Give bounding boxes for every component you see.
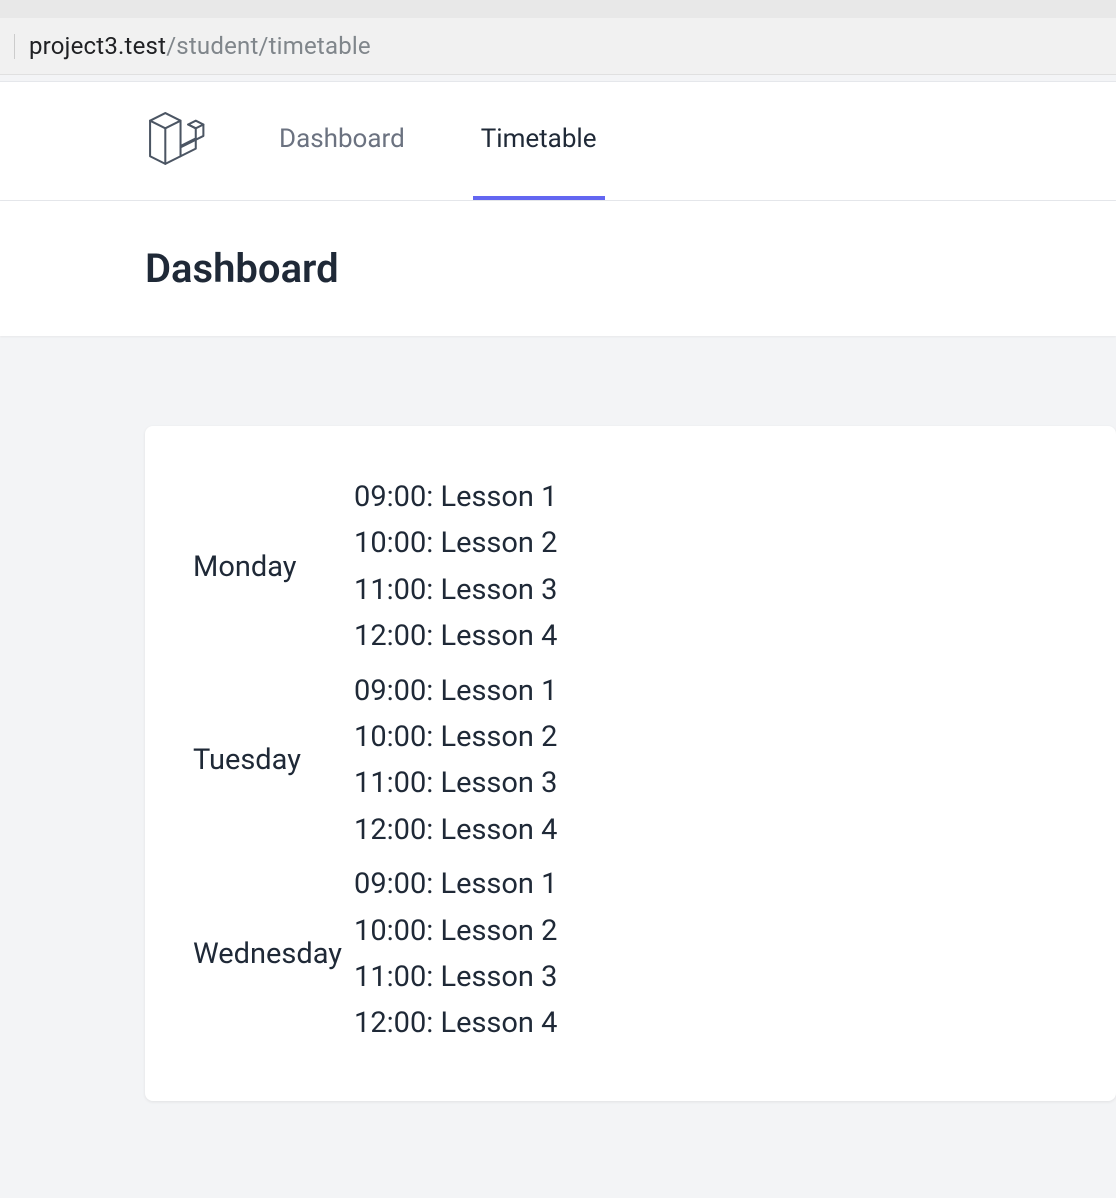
table-row: Tuesday 09:00: Lesson 1 10:00: Lesson 2 …: [193, 664, 565, 858]
page-title: Dashboard: [145, 245, 1116, 292]
timetable-card: Monday 09:00: Lesson 1 10:00: Lesson 2 1…: [145, 426, 1116, 1101]
table-row: Monday 09:00: Lesson 1 10:00: Lesson 2 1…: [193, 470, 565, 664]
top-nav: Dashboard Timetable: [0, 81, 1116, 201]
lesson-entry: 09:00: Lesson 1: [354, 668, 557, 714]
url-host: project3.test: [29, 32, 166, 60]
nav-label: Dashboard: [279, 124, 405, 154]
page-header: Dashboard: [0, 201, 1116, 336]
nav-item-timetable[interactable]: Timetable: [473, 82, 605, 200]
url-security-indicator: ​: [0, 34, 15, 59]
lessons-cell: 09:00: Lesson 1 10:00: Lesson 2 11:00: L…: [354, 664, 565, 858]
lesson-entry: 09:00: Lesson 1: [354, 861, 557, 907]
app-logo[interactable]: [145, 108, 211, 174]
content-wrap: Monday 09:00: Lesson 1 10:00: Lesson 2 1…: [0, 336, 1116, 1141]
table-row: Wednesday 09:00: Lesson 1 10:00: Lesson …: [193, 857, 565, 1051]
lesson-entry: 10:00: Lesson 2: [354, 908, 557, 954]
lesson-entry: 11:00: Lesson 3: [354, 760, 557, 806]
day-name: Wednesday: [193, 857, 354, 1051]
lesson-entry: 12:00: Lesson 4: [354, 613, 557, 659]
lesson-entry: 12:00: Lesson 4: [354, 807, 557, 853]
lesson-entry: 12:00: Lesson 4: [354, 1000, 557, 1046]
timetable-table: Monday 09:00: Lesson 1 10:00: Lesson 2 1…: [193, 470, 565, 1051]
lesson-entry: 11:00: Lesson 3: [354, 567, 557, 613]
day-name: Tuesday: [193, 664, 354, 858]
day-name: Monday: [193, 470, 354, 664]
lesson-entry: 10:00: Lesson 2: [354, 520, 557, 566]
nav-label: Timetable: [481, 124, 597, 154]
url-text: project3.test/student/timetable: [29, 32, 371, 60]
url-bar[interactable]: ​ project3.test/student/timetable: [0, 18, 1116, 74]
laravel-logo-icon: [145, 108, 211, 174]
browser-tab-area: [0, 0, 1116, 18]
url-path: /student/timetable: [166, 32, 371, 60]
nav-items: Dashboard Timetable: [271, 82, 665, 200]
lesson-entry: 11:00: Lesson 3: [354, 954, 557, 1000]
browser-chrome: ​ project3.test/student/timetable: [0, 0, 1116, 75]
nav-item-dashboard[interactable]: Dashboard: [271, 82, 413, 200]
lessons-cell: 09:00: Lesson 1 10:00: Lesson 2 11:00: L…: [354, 857, 565, 1051]
lessons-cell: 09:00: Lesson 1 10:00: Lesson 2 11:00: L…: [354, 470, 565, 664]
lesson-entry: 10:00: Lesson 2: [354, 714, 557, 760]
lesson-entry: 09:00: Lesson 1: [354, 474, 557, 520]
